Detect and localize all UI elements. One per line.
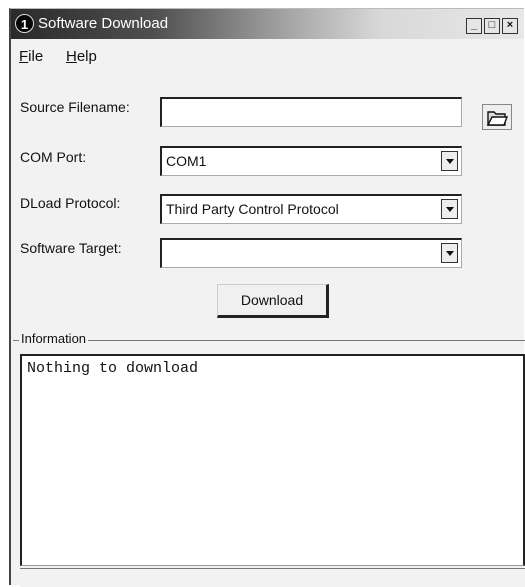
- com-port-value: COM1: [166, 153, 207, 169]
- chevron-down-icon[interactable]: [441, 199, 458, 219]
- information-label: Information: [19, 331, 89, 346]
- menu-file[interactable]: File: [19, 48, 43, 65]
- status-bar: [20, 568, 525, 587]
- chevron-down-icon[interactable]: [441, 243, 458, 263]
- menu-file-label: ile: [28, 48, 44, 65]
- dload-protocol-label: DLoad Protocol:: [20, 195, 121, 211]
- menu-help-label: elp: [76, 48, 97, 65]
- browse-button[interactable]: [482, 104, 512, 130]
- dload-protocol-value: Third Party Control Protocol: [166, 201, 339, 217]
- maximize-button[interactable]: □: [484, 18, 500, 34]
- menu-bar: File Help: [11, 43, 524, 67]
- chevron-down-icon[interactable]: [441, 151, 458, 171]
- dload-protocol-select[interactable]: Third Party Control Protocol: [160, 194, 462, 224]
- source-filename-label: Source Filename:: [20, 99, 130, 115]
- window-title: Software Download: [38, 15, 169, 32]
- app-icon: 1: [15, 14, 34, 33]
- software-target-select[interactable]: [160, 238, 462, 268]
- software-download-window: 1 Software Download _ □ × File Help Sour…: [9, 8, 525, 587]
- menu-help[interactable]: Help: [66, 48, 97, 65]
- com-port-label: COM Port:: [20, 149, 87, 165]
- menu-help-mnemonic: H: [66, 48, 77, 65]
- information-textarea[interactable]: Nothing to download: [20, 354, 525, 566]
- com-port-select[interactable]: COM1: [160, 146, 462, 176]
- menu-file-mnemonic: F: [19, 48, 29, 65]
- download-button[interactable]: Download: [217, 284, 329, 318]
- title-bar[interactable]: 1 Software Download _ □ ×: [11, 9, 524, 39]
- information-group-frame: [13, 340, 525, 342]
- software-target-label: Software Target:: [20, 240, 122, 256]
- close-button[interactable]: ×: [502, 18, 518, 34]
- folder-open-icon: [486, 111, 509, 126]
- source-filename-input[interactable]: [160, 97, 462, 127]
- minimize-button[interactable]: _: [466, 18, 482, 34]
